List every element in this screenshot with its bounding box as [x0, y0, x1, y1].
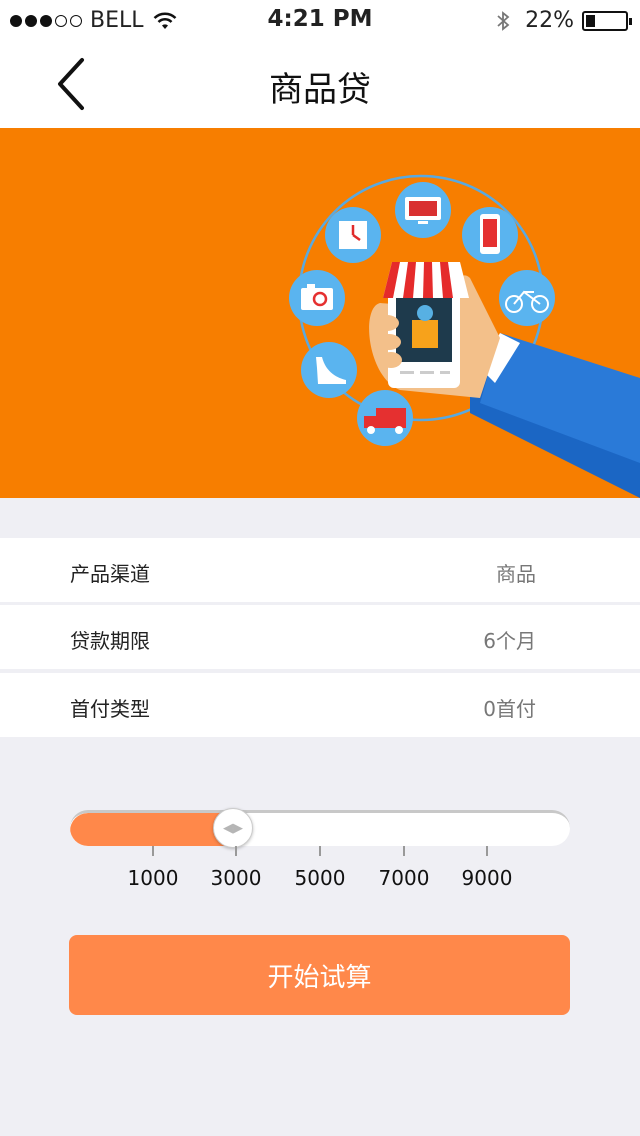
tick-mark: [235, 846, 237, 856]
battery-percent: 22%: [525, 8, 574, 33]
tick-label: 9000: [461, 866, 513, 890]
tick-mark: [403, 846, 405, 856]
slider-thumb[interactable]: ◀▶: [213, 808, 253, 848]
tick-label: 3000: [210, 866, 262, 890]
start-calculation-button[interactable]: 开始试算: [69, 935, 570, 1015]
slider-fill: [70, 813, 236, 846]
detail-row-channel[interactable]: 产品渠道 商品: [0, 538, 640, 602]
navigation-bar: 商品贷: [0, 40, 640, 128]
tick-mark: [486, 846, 488, 856]
smartphone-icon: [462, 207, 518, 263]
battery-icon: [582, 10, 632, 31]
slider-scale: 1000 3000 5000 7000 9000: [70, 846, 570, 896]
bluetooth-icon: [497, 10, 510, 31]
detail-value: 6个月: [483, 629, 536, 653]
tick-mark: [152, 846, 154, 856]
detail-value: 商品: [496, 562, 536, 586]
hero-banner: [0, 128, 640, 498]
clock-icon: [325, 207, 381, 263]
slider-track[interactable]: [70, 810, 570, 846]
tick-mark: [319, 846, 321, 856]
bicycle-icon: [499, 270, 555, 326]
tick-label: 1000: [127, 866, 179, 890]
shopping-illustration: [289, 174, 640, 498]
camera-icon: [289, 270, 345, 326]
status-bar: BELL 4:21 PM 22%: [0, 0, 640, 40]
detail-label: 首付类型: [70, 697, 150, 721]
detail-value: 0首付: [483, 697, 536, 721]
tv-icon: [395, 182, 451, 238]
high-heel-icon: [301, 342, 357, 398]
detail-label: 贷款期限: [70, 629, 150, 653]
tick-label: 5000: [294, 866, 346, 890]
detail-row-downpayment[interactable]: 首付类型 0首付: [0, 673, 640, 737]
page-title: 商品贷: [269, 70, 371, 110]
detail-row-term[interactable]: 贷款期限 6个月: [0, 605, 640, 669]
battery-status: 22%: [495, 8, 632, 33]
slider-arrows-icon: ◀▶: [223, 820, 243, 836]
tick-label: 7000: [378, 866, 430, 890]
detail-label: 产品渠道: [70, 562, 150, 586]
amount-slider[interactable]: ◀▶: [70, 808, 570, 848]
truck-icon: [357, 390, 413, 446]
